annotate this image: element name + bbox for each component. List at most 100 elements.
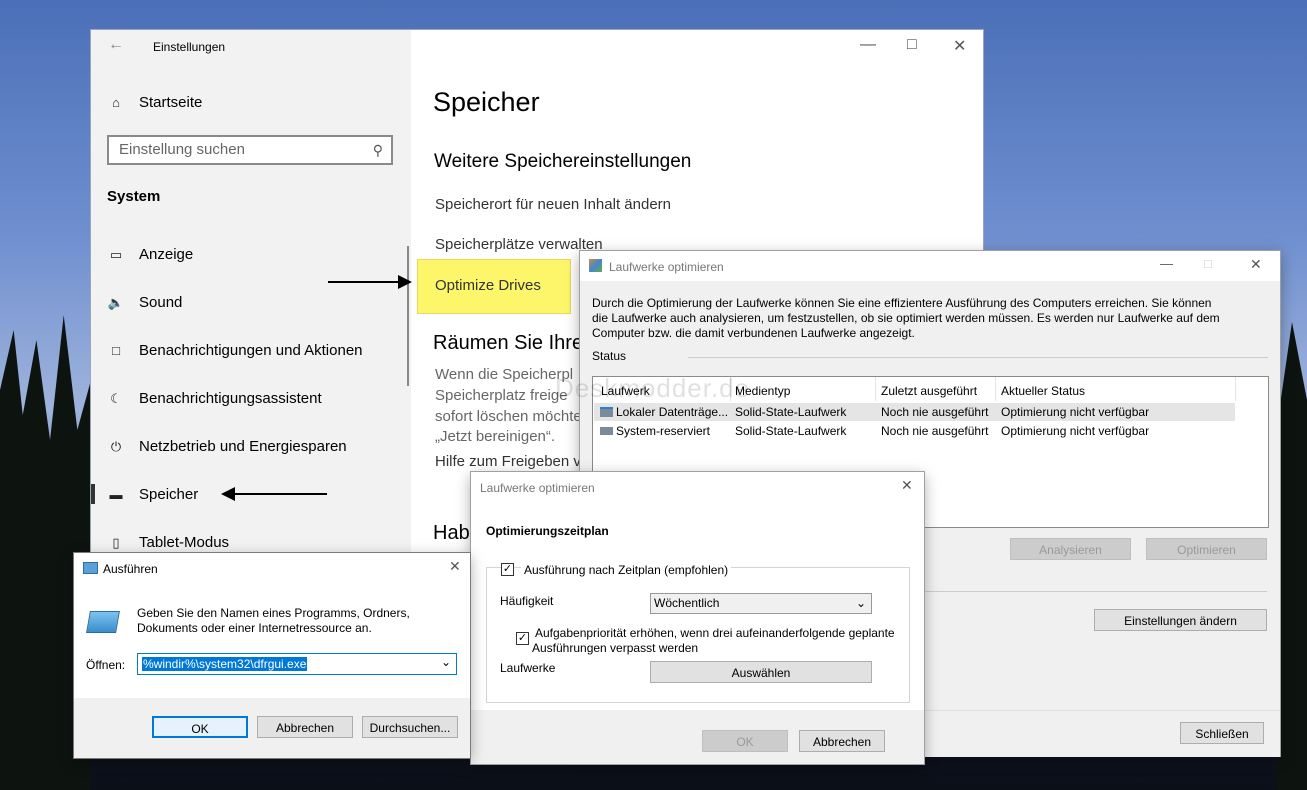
- close-icon[interactable]: ✕: [1250, 256, 1262, 273]
- nav-storage[interactable]: ▬ Speicher: [107, 486, 199, 503]
- clean-text-3: sofort löschen möchte: [435, 408, 582, 425]
- home-icon: ⌂: [112, 95, 120, 110]
- cell: Optimierung nicht verfügbar: [1001, 424, 1150, 438]
- close-button[interactable]: Schließen: [1180, 722, 1264, 744]
- cell: Optimierung nicht verfügbar: [1001, 405, 1150, 419]
- nav-anzeige[interactable]: ▭ Anzeige: [107, 246, 193, 263]
- run-on-schedule-label[interactable]: Ausführung nach Zeitplan (empfohlen): [521, 563, 732, 577]
- nav-label: Benachrichtigungsassistent: [139, 390, 322, 407]
- drive-icon: [600, 427, 613, 435]
- maximize-icon[interactable]: □: [907, 36, 917, 54]
- nav-notifications[interactable]: □ Benachrichtigungen und Aktionen: [107, 342, 363, 359]
- nav-label: Anzeige: [139, 246, 194, 263]
- drives-label: Laufwerke: [500, 661, 556, 675]
- section-title: System: [107, 188, 161, 205]
- settings-sidebar: ← Einstellungen ⌂ Startseite Einstellung…: [91, 30, 411, 590]
- run-app-icon: [83, 562, 98, 574]
- cell: Solid-State-Laufwerk: [735, 424, 847, 438]
- power-icon: ⏻: [110, 438, 122, 454]
- open-label: Öffnen:: [86, 658, 126, 672]
- defrag-title: Laufwerke optimieren: [609, 260, 724, 274]
- run-body: [74, 583, 470, 698]
- status-divider: [688, 357, 1268, 358]
- watermark: Deskmodder.de: [555, 373, 751, 403]
- schedule-title: Laufwerke optimieren: [480, 481, 595, 495]
- col-header-last-run[interactable]: Zuletzt ausgeführt: [881, 384, 977, 398]
- chevron-down-icon: ⌄: [855, 596, 866, 610]
- run-program-icon: [86, 611, 120, 633]
- cell: System-reserviert: [616, 424, 711, 438]
- schedule-heading: Optimierungszeitplan: [486, 524, 609, 538]
- nav-label: Sound: [139, 294, 183, 311]
- cancel-button[interactable]: Abbrechen: [257, 716, 353, 738]
- clean-text-2: Speicherplatz freige: [435, 387, 568, 404]
- close-icon[interactable]: ✕: [953, 36, 966, 56]
- col-divider: [995, 377, 996, 401]
- moon-icon: ☾: [110, 390, 122, 406]
- frequency-label: Häufigkeit: [500, 594, 554, 608]
- optimize-drives-highlight[interactable]: Optimize Drives: [417, 259, 571, 314]
- maximize-icon[interactable]: □: [1204, 256, 1212, 271]
- background-forest-right: [1277, 322, 1307, 790]
- cell: Solid-State-Laufwerk: [735, 405, 847, 419]
- priority-checkbox[interactable]: ✓: [516, 632, 529, 645]
- chevron-down-icon[interactable]: ⌄: [441, 655, 451, 669]
- arrow-annotation-optimize-head: [398, 275, 412, 289]
- frequency-value: Wöchentlich: [654, 596, 720, 610]
- cancel-button[interactable]: Abbrechen: [799, 730, 885, 752]
- browse-button[interactable]: Durchsuchen...: [362, 716, 458, 738]
- arrow-annotation-storage: [225, 493, 327, 495]
- status-label: Status: [592, 349, 627, 363]
- clean-text-1: Wenn die Speicherpl: [435, 366, 574, 383]
- close-icon[interactable]: ✕: [449, 558, 461, 575]
- search-input[interactable]: Einstellung suchen ⚲: [107, 135, 393, 165]
- clean-text-4: „Jetzt bereinigen“.: [435, 428, 556, 445]
- back-arrow-icon[interactable]: ←: [108, 36, 124, 54]
- link-storage-spaces[interactable]: Speicherplätze verwalten: [435, 236, 603, 253]
- link-save-location[interactable]: Speicherort für neuen Inhalt ändern: [435, 196, 671, 213]
- window-title: Einstellungen: [153, 40, 226, 54]
- tablet-icon: ▯: [112, 534, 120, 550]
- col-divider: [875, 377, 876, 401]
- help-link[interactable]: Hilfe zum Freigeben v: [435, 453, 581, 470]
- clean-heading: Räumen Sie Ihre: [433, 332, 584, 354]
- nav-label: Tablet-Modus: [139, 534, 230, 551]
- defrag-app-icon: [589, 259, 602, 272]
- defrag-description: Durch die Optimierung der Laufwerke könn…: [592, 296, 1220, 340]
- search-icon: ⚲: [372, 142, 383, 158]
- run-description: Geben Sie den Namen eines Programms, Ord…: [137, 606, 410, 635]
- change-settings-button[interactable]: Einstellungen ändern: [1094, 609, 1267, 631]
- cell: Lokaler Datenträge...: [616, 405, 729, 419]
- command-input[interactable]: %windir%\system32\dfrgui.exe ⌄: [137, 653, 457, 675]
- page-title: Speicher: [433, 87, 540, 117]
- nav-focus-assist[interactable]: ☾ Benachrichtigungsassistent: [107, 390, 322, 407]
- minimize-icon[interactable]: —: [860, 36, 876, 54]
- run-dialog: Ausführen ✕ Geben Sie den Namen eines Pr…: [74, 553, 470, 758]
- nav-power[interactable]: ⏻ Netzbetrieb und Energiesparen: [107, 438, 347, 455]
- scrollbar[interactable]: [407, 246, 409, 386]
- ok-button[interactable]: OK: [702, 730, 788, 752]
- priority-label[interactable]: Aufgabenpriorität erhöhen, wenn drei auf…: [532, 626, 904, 656]
- ok-button[interactable]: OK: [152, 716, 248, 738]
- col-header-status[interactable]: Aktueller Status: [1001, 384, 1085, 398]
- select-drives-button[interactable]: Auswählen: [650, 661, 872, 683]
- frequency-select[interactable]: Wöchentlich ⌄: [650, 593, 872, 614]
- cell: Noch nie ausgeführt: [881, 424, 989, 438]
- optimize-button[interactable]: Optimieren: [1146, 538, 1267, 560]
- nav-label: Benachrichtigungen und Aktionen: [139, 342, 363, 359]
- optimize-drives-link: Optimize Drives: [435, 277, 541, 294]
- command-value: %windir%\system32\dfrgui.exe: [142, 657, 308, 671]
- nav-sound[interactable]: 🔈 Sound: [107, 294, 182, 311]
- run-on-schedule-checkbox[interactable]: ✓: [501, 563, 514, 576]
- nav-home[interactable]: ⌂ Startseite: [107, 94, 202, 111]
- analyze-button[interactable]: Analysieren: [1010, 538, 1131, 560]
- nav-home-label: Startseite: [139, 94, 203, 111]
- storage-icon: ▬: [109, 487, 123, 502]
- minimize-icon[interactable]: —: [1160, 256, 1173, 271]
- run-title: Ausführen: [103, 562, 158, 576]
- nav-tablet[interactable]: ▯ Tablet-Modus: [107, 534, 229, 551]
- cell: Noch nie ausgeführt: [881, 405, 989, 419]
- more-settings-heading: Weitere Speichereinstellungen: [434, 151, 692, 172]
- close-icon[interactable]: ✕: [901, 477, 913, 494]
- arrow-annotation-head: [221, 487, 235, 501]
